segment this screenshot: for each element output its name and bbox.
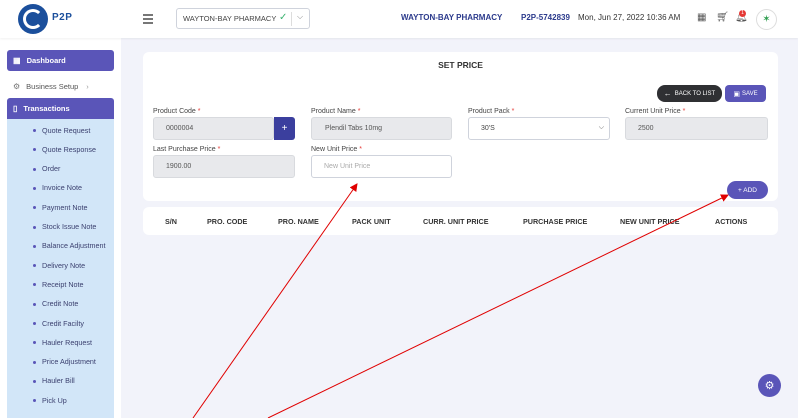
check-icon: ✓ xyxy=(279,12,288,23)
notification-badge: 1 xyxy=(739,10,746,17)
sidebar-item-transactions[interactable]: ▯ Transactions xyxy=(7,98,114,119)
sidebar-item-dashboard[interactable]: ▦ Dashboard xyxy=(7,50,114,71)
chevron-down-icon: ⌵ xyxy=(598,124,604,131)
gear-icon: ⚙ xyxy=(764,380,775,392)
submenu-item-delivery-note[interactable]: Delivery Note xyxy=(7,258,114,272)
product-lookup-button[interactable]: + xyxy=(274,117,295,140)
menu-toggle-icon[interactable] xyxy=(143,14,153,24)
last-purchase-price-label: Last Purchase Price * xyxy=(153,146,221,153)
product-name-label: Product Name * xyxy=(311,108,361,115)
pharmacy-name: WAYTON-BAY PHARMACY xyxy=(401,13,503,22)
chevron-right-icon: › xyxy=(86,81,89,91)
sidebar-item-label: Business Setup xyxy=(26,81,79,91)
submenu-item-balance-adjustment[interactable]: Balance Adjustment xyxy=(7,239,114,253)
column-header-new-unit-price: NEW UNIT PRICE xyxy=(620,217,680,226)
column-header-curr-unit-price: CURR. UNIT PRICE xyxy=(423,217,489,226)
add-button[interactable]: + ADD xyxy=(727,181,768,199)
p2p-logo[interactable] xyxy=(18,4,48,34)
grid-icon: ▦ xyxy=(13,56,21,65)
chevron-down-icon[interactable]: ⌵ xyxy=(297,12,303,22)
user-id: P2P-5742839 xyxy=(521,13,570,22)
submenu-item-stock-issue-note[interactable]: Stock Issue Note xyxy=(7,220,114,234)
sidebar-item-label: Dashboard xyxy=(26,56,66,65)
new-unit-price-input[interactable]: New Unit Price xyxy=(311,155,452,178)
save-button[interactable]: ▣ SAVE xyxy=(725,85,766,102)
pharmacy-select-value: WAYTON-BAY PHARMACY xyxy=(183,14,277,23)
current-unit-price-field[interactable]: 2500 xyxy=(625,117,768,140)
column-header-pro-name: PRO. NAME xyxy=(278,217,319,226)
submenu-item-order[interactable]: Order xyxy=(7,162,114,176)
submenu-item-credit-facility[interactable]: Credit Facilty xyxy=(7,316,114,330)
floppy-disk-icon: ▣ xyxy=(733,90,741,98)
sidebar-item-business-setup[interactable]: ⚙ Business Setup › xyxy=(7,77,114,95)
cart-icon[interactable]: 🛒︎ xyxy=(716,12,729,23)
last-purchase-price-field[interactable]: 1900.00 xyxy=(153,155,295,178)
sidebar: ▦ Dashboard ⚙ Business Setup › ▯ Transac… xyxy=(0,38,121,418)
product-name-field[interactable]: Plendil Tabs 10mg xyxy=(311,117,452,140)
logo-text: P2P xyxy=(52,12,73,23)
transactions-submenu: Quote Request Quote Response Order Invoi… xyxy=(7,119,114,418)
column-header-pro-code: PRO. CODE xyxy=(207,217,248,226)
submenu-item-price-adjustment[interactable]: Price Adjustment xyxy=(7,355,114,369)
submenu-item-credit-note[interactable]: Credit Note xyxy=(7,297,114,311)
sidebar-item-label: Transactions xyxy=(23,104,70,113)
current-datetime: Mon, Jun 27, 2022 10:36 AM xyxy=(578,13,681,22)
settings-fab[interactable]: ⚙ xyxy=(758,374,781,397)
page-title: SET PRICE xyxy=(438,60,483,70)
gear-icon: ⚙ xyxy=(13,81,21,91)
submenu-item-pick-up[interactable]: Pick Up xyxy=(7,393,114,407)
submenu-item-invoice-note[interactable]: Invoice Note xyxy=(7,181,114,195)
column-header-purchase-price: PURCHASE PRICE xyxy=(523,217,588,226)
price-table-header: S/N PRO. CODE PRO. NAME PACK UNIT CURR. … xyxy=(143,207,778,235)
top-bar: P2P WAYTON-BAY PHARMACY ✓ ⌵ WAYTON-BAY P… xyxy=(0,0,798,38)
submenu-item-payment-note[interactable]: Payment Note xyxy=(7,200,114,214)
new-unit-price-label: New Unit Price * xyxy=(311,146,362,153)
back-to-list-button[interactable]: ← BACK TO LIST xyxy=(657,85,722,102)
product-code-field[interactable]: 0000004 xyxy=(153,117,274,140)
arrow-left-icon: ← xyxy=(663,89,672,98)
product-code-label: Product Code * xyxy=(153,108,201,115)
column-header-actions: ACTIONS xyxy=(715,217,748,226)
current-unit-price-label: Current Unit Price * xyxy=(625,108,686,115)
product-pack-select[interactable]: 30'S ⌵ xyxy=(468,117,610,140)
calculator-icon[interactable]: ▦ xyxy=(697,12,706,23)
set-price-card: SET PRICE ← BACK TO LIST ▣ SAVE Product … xyxy=(143,52,778,201)
document-icon: ▯ xyxy=(13,104,18,113)
submenu-item-quote-response[interactable]: Quote Response xyxy=(7,142,114,156)
column-header-pack-unit: PACK UNIT xyxy=(352,217,391,226)
product-pack-label: Product Pack * xyxy=(468,108,515,115)
column-header-sn: S/N xyxy=(165,217,177,226)
submenu-item-quote-request[interactable]: Quote Request xyxy=(7,123,114,137)
avatar[interactable]: ✶ xyxy=(756,9,777,30)
submenu-item-receipt-note[interactable]: Receipt Note xyxy=(7,277,114,291)
submenu-item-hauler-bill[interactable]: Hauler Bill xyxy=(7,374,114,388)
submenu-item-hauler-request[interactable]: Hauler Request xyxy=(7,335,114,349)
pharmacy-select[interactable]: WAYTON-BAY PHARMACY ✓ ⌵ xyxy=(176,8,310,29)
